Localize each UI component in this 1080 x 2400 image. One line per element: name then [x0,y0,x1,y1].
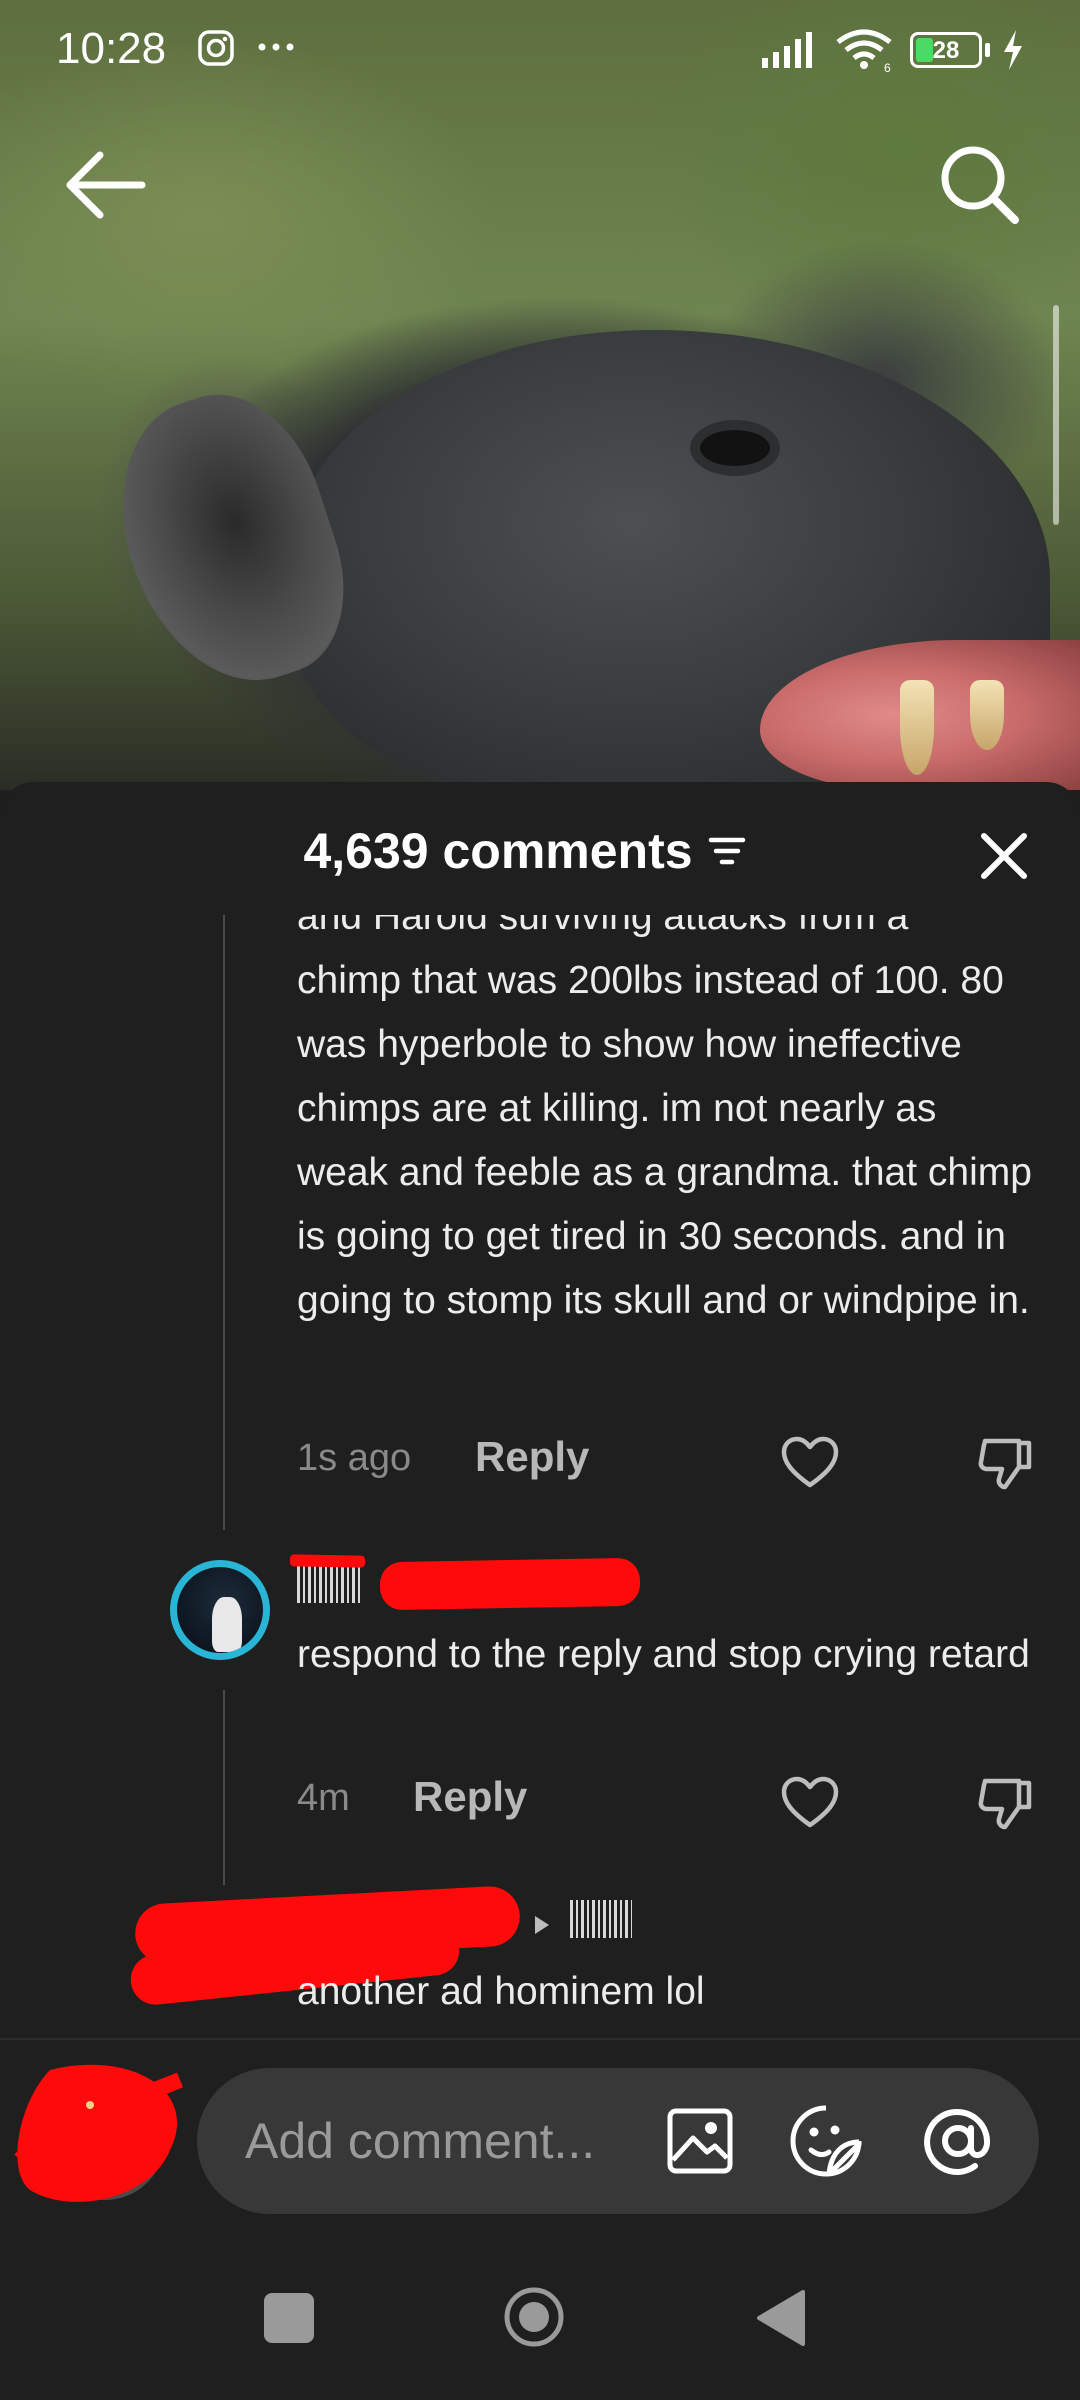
comment-time: 1s ago [297,1437,412,1479]
comment-text-partial: and Harold surviving attacks from a [297,915,909,938]
emoji-icon[interactable] [789,2104,863,2178]
wifi-icon: 6 [836,29,892,74]
image-icon[interactable] [665,2106,735,2176]
comment-time: 4m [297,1777,350,1819]
comment-text: respond to the reply and stop crying ret… [297,1633,1030,1676]
reply-arrow-icon [535,1916,549,1934]
home-circle-icon[interactable] [503,2286,565,2348]
instagram-icon [198,30,234,66]
dislike-icon[interactable] [975,1775,1035,1831]
add-comment-field[interactable]: Add comment... [197,2068,1039,2214]
chimp-tooth [900,680,934,775]
redaction-scribble [379,1557,641,1611]
back-triangle-icon[interactable] [755,2288,807,2348]
signal-icon [762,32,812,68]
svg-text:6: 6 [884,61,891,74]
heart-icon[interactable] [780,1775,840,1831]
dislike-icon[interactable] [975,1435,1035,1491]
search-icon[interactable] [935,140,1025,230]
close-icon[interactable] [978,830,1030,882]
system-nav-bar [0,2240,1080,2400]
username-text-2[interactable] [297,1565,363,1603]
my-avatar[interactable] [10,2040,190,2215]
comment-text: chimp that was 200lbs instead of 100. 80… [297,959,1032,1322]
avatar[interactable] [170,1560,270,1660]
recents-square-icon[interactable] [264,2293,314,2343]
chimp-tooth [970,680,1004,750]
status-bar: 10:28 6 28 [0,0,1080,100]
reply-button[interactable]: Reply [413,1773,527,1821]
battery-level: 28 [932,37,960,64]
battery-tip [985,43,990,57]
status-time: 10:28 [56,24,167,73]
charging-icon [1004,30,1022,70]
username-text-3[interactable] [570,1900,632,1938]
battery-icon: 28 [910,32,982,68]
chimp-eye [700,430,770,466]
photo-scroll-indicator [1053,305,1059,525]
comments-header: 4,639 comments [0,822,1080,880]
mention-icon[interactable] [919,2102,997,2180]
comment-text: another ad hominem lol [297,1970,705,2013]
arrow-left-icon[interactable] [60,145,150,225]
add-comment-placeholder: Add comment... [245,2113,596,2169]
more-dots-icon [258,43,294,51]
reply-button[interactable]: Reply [475,1433,589,1481]
filter-icon[interactable] [707,834,747,868]
post-photo[interactable] [0,0,1080,810]
thread-line [223,915,225,1530]
heart-icon[interactable] [780,1435,840,1491]
thread-line [223,1690,225,1885]
avatar-figure [212,1597,242,1652]
redaction-scribble [289,1554,366,1568]
comments-count-title: 4,639 comments [303,823,693,879]
comments-list[interactable]: and Harold surviving attacks from a chim… [0,915,1080,2037]
